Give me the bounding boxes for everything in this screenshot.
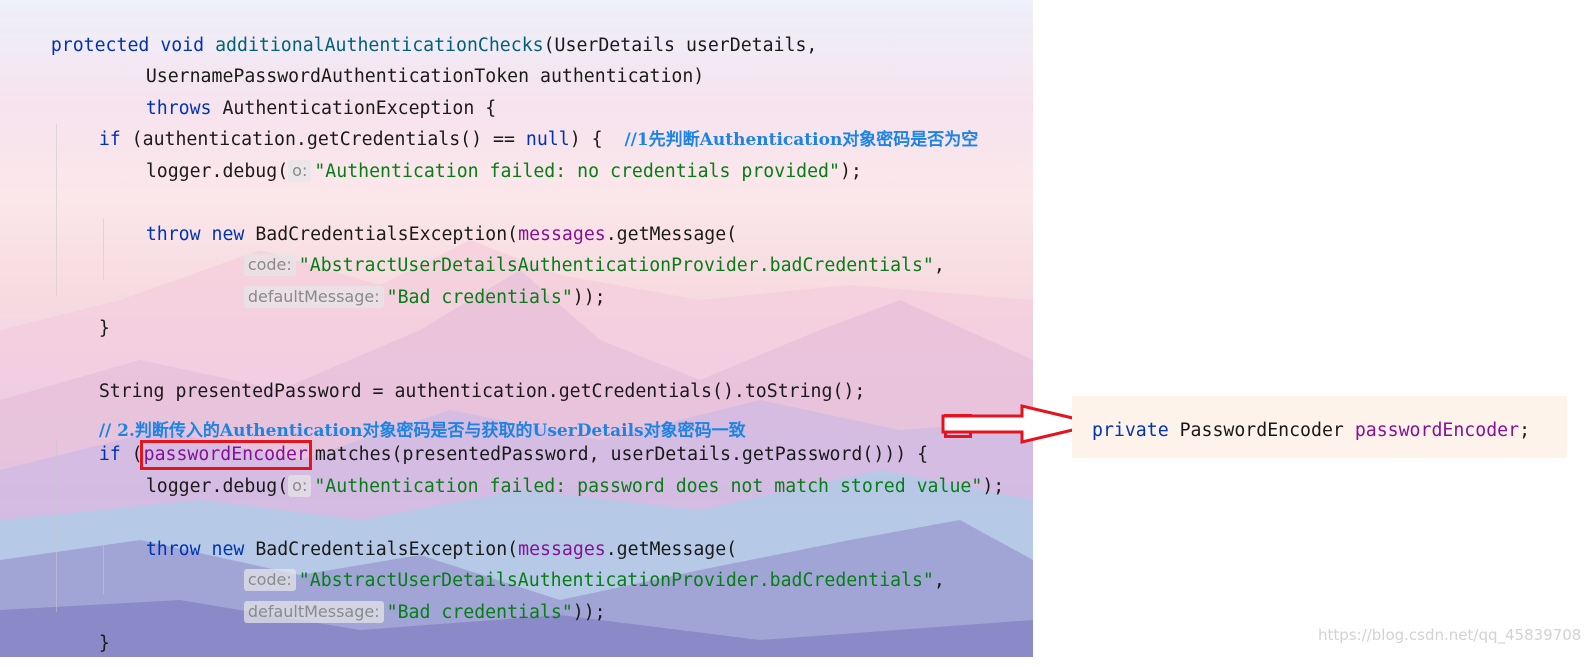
code-editor[interactable]: protected void additionalAuthenticationC… [0,0,1033,657]
code-text: PasswordEncoder [1168,420,1355,441]
code-line-5: logger.debug(o: "Authentication failed: n… [7,125,862,182]
code-text: logger.debug( [145,476,289,497]
code-text: , [933,570,945,591]
code-text: logger.debug( [145,161,289,182]
code-line-10: } [7,282,110,339]
code-line-19: defaultMessage: "Bad credentials")); [7,566,606,623]
parameter-hint: o: [288,475,312,497]
string-literal: "Authentication failed: no credentials p… [314,161,840,182]
code-line-18: code: "AbstractUserDetailsAuthenticationP… [7,534,945,591]
code-line-9: defaultMessage: "Bad credentials")); [7,251,606,308]
code-text: } [98,318,110,339]
code-text: )); [572,602,606,623]
code-text: , [933,255,945,276]
parameter-hint: defaultMessage: [243,286,384,308]
code-line-21: } [7,628,62,657]
watermark: https://blog.csdn.net/qq_45839708 [1318,626,1582,644]
code-line-2: UsernamePasswordAuthenticationToken auth… [7,30,704,87]
parameter-hint: defaultMessage: [243,601,384,623]
string-literal: "Bad credentials" [386,602,573,623]
parameter-hint: o: [288,160,312,182]
code-line-17: throw new BadCredentialsException(messag… [7,503,737,560]
code-line-15: logger.debug(o: "Authentication failed: p… [7,440,1004,497]
code-text: ; [1519,420,1531,441]
code-line-7: throw new BadCredentialsException(messag… [7,188,737,245]
keyword: private [1092,420,1169,441]
code-line-14: if (passwordEncoder matches(presentedPass… [7,408,928,470]
string-literal: "Authentication failed: password does no… [314,476,983,497]
code-line-3: throws AuthenticationException { [7,62,496,119]
code-text: ); [839,161,862,182]
field-declaration-panel: private PasswordEncoder passwordEncoder; [1072,396,1567,458]
code-line-8: code: "AbstractUserDetailsAuthenticationP… [7,219,945,276]
field-name: passwordEncoder [1354,420,1520,441]
code-text: } [98,633,110,654]
code-text: )); [572,287,606,308]
field-declaration-line: private PasswordEncoder passwordEncoder; [1092,400,1530,462]
code-line-4: if (authentication.getCredentials() == n… [7,93,979,150]
code-text: ); [982,476,1005,497]
code-line-1: protected void additionalAuthenticationC… [7,0,818,56]
string-literal: "Bad credentials" [386,287,573,308]
code-line-20: } [7,597,110,654]
code-line-12: String presentedPassword = authenticatio… [7,345,866,402]
